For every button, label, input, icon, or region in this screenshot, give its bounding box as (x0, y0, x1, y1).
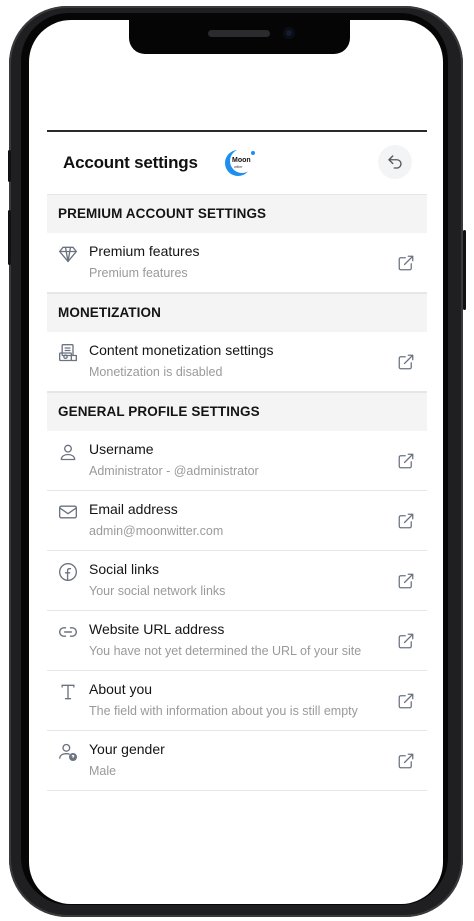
side-button (463, 230, 466, 310)
row-title: Your gender (89, 741, 165, 757)
external-link-icon[interactable] (397, 254, 415, 272)
settings-row-social-links[interactable]: Social links Your social network links (47, 551, 427, 611)
row-subtitle: Administrator - @administrator (89, 464, 259, 478)
row-subtitle: The field with information about you is … (89, 704, 358, 718)
settings-row-website-url[interactable]: Website URL address You have not yet det… (47, 611, 427, 671)
row-title: Content monetization settings (89, 342, 274, 358)
settings-row-username[interactable]: Username Administrator - @administrator (47, 431, 427, 491)
row-title: Website URL address (89, 621, 225, 637)
section-general-profile-settings: GENERAL PROFILE SETTINGS (47, 392, 427, 432)
row-title: Premium features (89, 243, 200, 259)
row-subtitle: admin@moonwitter.com (89, 524, 224, 538)
mail-icon (58, 502, 78, 522)
row-subtitle: Male (89, 764, 117, 778)
section-heading: MONETIZATION (58, 305, 161, 320)
settings-row-about-you[interactable]: About you The field with information abo… (47, 671, 427, 731)
row-subtitle: Premium features (89, 266, 188, 280)
back-button[interactable] (378, 145, 412, 179)
row-title: Email address (89, 501, 178, 517)
top-divider (47, 130, 427, 132)
diamond-icon (58, 244, 78, 264)
gender-icon (58, 742, 78, 762)
logo-text: Moon (232, 157, 251, 164)
camera (283, 27, 295, 39)
external-link-icon[interactable] (397, 752, 415, 770)
speaker (208, 30, 270, 37)
settings-row-content-monetization[interactable]: Content monetization settings Monetizati… (47, 332, 427, 392)
external-link-icon[interactable] (397, 353, 415, 371)
settings-row-gender[interactable]: Your gender Male (47, 731, 427, 791)
facebook-icon (58, 562, 78, 582)
row-title: Social links (89, 561, 160, 577)
settings-row-email-address[interactable]: Email address admin@moonwitter.com (47, 491, 427, 551)
external-link-icon[interactable] (397, 452, 415, 470)
settings-row-premium-features[interactable]: Premium features Premium features (47, 233, 427, 293)
page-title: Account settings (63, 153, 198, 172)
user-icon (58, 442, 78, 462)
side-button (8, 210, 11, 265)
external-link-icon[interactable] (397, 692, 415, 710)
external-link-icon[interactable] (397, 572, 415, 590)
side-button (8, 150, 11, 182)
row-title: About you (89, 681, 153, 697)
row-subtitle: Monetization is disabled (89, 365, 223, 379)
text-icon (58, 682, 78, 702)
moonwitter-logo: Moon witter (223, 148, 257, 178)
header: Account settings Moon witter (47, 133, 427, 193)
section-premium-account-settings: PREMIUM ACCOUNT SETTINGS (47, 194, 427, 234)
logo-subtext: witter (234, 165, 243, 169)
section-monetization: MONETIZATION (47, 293, 427, 333)
link-icon (58, 622, 78, 642)
section-heading: GENERAL PROFILE SETTINGS (58, 404, 260, 419)
section-heading: PREMIUM ACCOUNT SETTINGS (58, 206, 267, 221)
notch (129, 20, 350, 54)
external-link-icon[interactable] (397, 632, 415, 650)
monetization-icon (58, 343, 78, 363)
row-subtitle: You have not yet determined the URL of y… (89, 644, 362, 658)
row-title: Username (89, 441, 154, 457)
row-subtitle: Your social network links (89, 584, 226, 598)
external-link-icon[interactable] (397, 512, 415, 530)
undo-icon (388, 155, 402, 169)
